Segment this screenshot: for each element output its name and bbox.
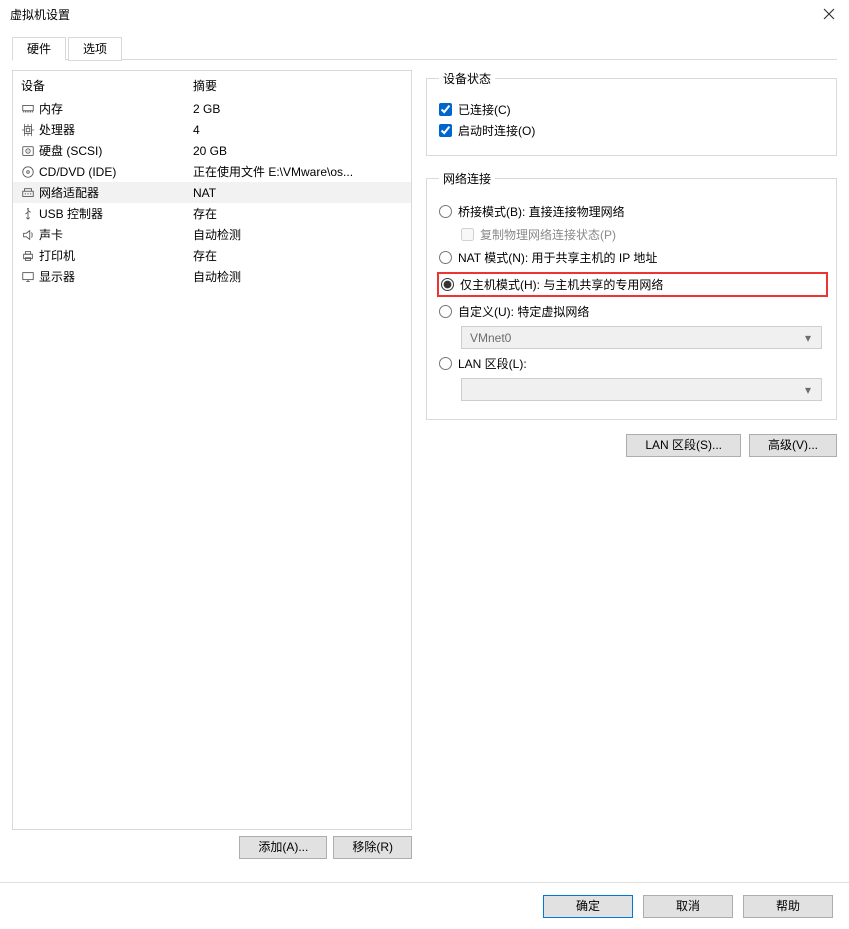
- dialog-button-bar: 确定 取消 帮助: [0, 882, 849, 929]
- device-summary: 存在: [193, 247, 403, 264]
- device-col-summary: 摘要: [193, 77, 217, 94]
- device-summary: 4: [193, 123, 403, 137]
- device-row[interactable]: 处理器4: [13, 119, 411, 140]
- network-connection-legend: 网络连接: [439, 170, 495, 187]
- connected-label: 已连接(C): [458, 101, 511, 118]
- device-row[interactable]: 打印机存在: [13, 245, 411, 266]
- device-name: USB 控制器: [39, 205, 193, 222]
- lanseg-combo: ▾: [461, 378, 822, 401]
- device-row[interactable]: CD/DVD (IDE)正在使用文件 E:\VMware\os...: [13, 161, 411, 182]
- custom-combo: VMnet0 ▾: [461, 326, 822, 349]
- device-row[interactable]: USB 控制器存在: [13, 203, 411, 224]
- device-name: 网络适配器: [39, 184, 193, 201]
- hostonly-label: 仅主机模式(H): 与主机共享的专用网络: [460, 276, 663, 293]
- title-bar: 虚拟机设置: [0, 0, 849, 30]
- cpu-icon: [21, 123, 39, 137]
- connected-row[interactable]: 已连接(C): [439, 101, 824, 118]
- chevron-down-icon: ▾: [805, 331, 815, 345]
- custom-radio[interactable]: [439, 305, 452, 318]
- device-list: 设备 摘要 内存2 GB处理器4硬盘 (SCSI)20 GBCD/DVD (ID…: [12, 70, 412, 830]
- nat-label: NAT 模式(N): 用于共享主机的 IP 地址: [458, 249, 657, 266]
- device-status-group: 设备状态 已连接(C) 启动时连接(O): [426, 70, 837, 156]
- device-col-device: 设备: [21, 77, 193, 94]
- device-summary: NAT: [193, 186, 403, 200]
- device-summary: 自动检测: [193, 268, 403, 285]
- lan-segments-button[interactable]: LAN 区段(S)...: [626, 434, 741, 457]
- tab-options[interactable]: 选项: [68, 37, 122, 61]
- device-row[interactable]: 显示器自动检测: [13, 266, 411, 287]
- device-name: CD/DVD (IDE): [39, 165, 193, 179]
- tab-hardware[interactable]: 硬件: [12, 37, 66, 61]
- device-row[interactable]: 声卡自动检测: [13, 224, 411, 245]
- device-summary: 自动检测: [193, 226, 403, 243]
- connected-checkbox[interactable]: [439, 103, 452, 116]
- tab-strip: 硬件 选项: [12, 36, 837, 60]
- device-summary: 20 GB: [193, 144, 403, 158]
- device-summary: 2 GB: [193, 102, 403, 116]
- window-title: 虚拟机设置: [10, 8, 70, 22]
- device-row[interactable]: 内存2 GB: [13, 98, 411, 119]
- cd-icon: [21, 165, 39, 179]
- help-button[interactable]: 帮助: [743, 895, 833, 918]
- advanced-button[interactable]: 高级(V)...: [749, 434, 837, 457]
- bridge-copy-row: 复制物理网络连接状态(P): [439, 226, 824, 243]
- device-row[interactable]: 硬盘 (SCSI)20 GB: [13, 140, 411, 161]
- bridge-row[interactable]: 桥接模式(B): 直接连接物理网络: [439, 203, 824, 220]
- cancel-button[interactable]: 取消: [643, 895, 733, 918]
- memory-icon: [21, 102, 39, 116]
- device-row[interactable]: 网络适配器NAT: [13, 182, 411, 203]
- custom-row[interactable]: 自定义(U): 特定虚拟网络: [439, 303, 824, 320]
- device-name: 显示器: [39, 268, 193, 285]
- bridge-copy-label: 复制物理网络连接状态(P): [480, 226, 616, 243]
- lanseg-row[interactable]: LAN 区段(L):: [439, 355, 824, 372]
- disk-icon: [21, 144, 39, 158]
- close-icon: [823, 8, 835, 20]
- ok-button[interactable]: 确定: [543, 895, 633, 918]
- device-list-header: 设备 摘要: [13, 71, 411, 98]
- device-name: 声卡: [39, 226, 193, 243]
- bridge-radio[interactable]: [439, 205, 452, 218]
- usb-icon: [21, 207, 39, 221]
- device-status-legend: 设备状态: [439, 70, 495, 87]
- connect-on-power-label: 启动时连接(O): [458, 122, 535, 139]
- device-name: 硬盘 (SCSI): [39, 142, 193, 159]
- connect-on-power-row[interactable]: 启动时连接(O): [439, 122, 824, 139]
- bridge-label: 桥接模式(B): 直接连接物理网络: [458, 203, 625, 220]
- display-icon: [21, 270, 39, 284]
- device-summary: 正在使用文件 E:\VMware\os...: [193, 163, 403, 180]
- network-connection-group: 网络连接 桥接模式(B): 直接连接物理网络 复制物理网络连接状态(P) NAT…: [426, 170, 837, 420]
- lanseg-radio[interactable]: [439, 357, 452, 370]
- nat-radio[interactable]: [439, 251, 452, 264]
- close-button[interactable]: [819, 4, 839, 24]
- chevron-down-icon: ▾: [805, 383, 815, 397]
- connect-on-power-checkbox[interactable]: [439, 124, 452, 137]
- sound-icon: [21, 228, 39, 242]
- hostonly-row[interactable]: 仅主机模式(H): 与主机共享的专用网络: [437, 272, 828, 297]
- device-summary: 存在: [193, 205, 403, 222]
- lanseg-label: LAN 区段(L):: [458, 355, 527, 372]
- net-icon: [21, 186, 39, 200]
- custom-combo-value: VMnet0: [470, 331, 511, 345]
- remove-button[interactable]: 移除(R): [333, 836, 412, 859]
- add-button[interactable]: 添加(A)...: [239, 836, 327, 859]
- nat-row[interactable]: NAT 模式(N): 用于共享主机的 IP 地址: [439, 249, 824, 266]
- hostonly-radio[interactable]: [441, 278, 454, 291]
- device-name: 处理器: [39, 121, 193, 138]
- custom-label: 自定义(U): 特定虚拟网络: [458, 303, 589, 320]
- device-name: 内存: [39, 100, 193, 117]
- printer-icon: [21, 249, 39, 263]
- device-name: 打印机: [39, 247, 193, 264]
- bridge-copy-checkbox: [461, 228, 474, 241]
